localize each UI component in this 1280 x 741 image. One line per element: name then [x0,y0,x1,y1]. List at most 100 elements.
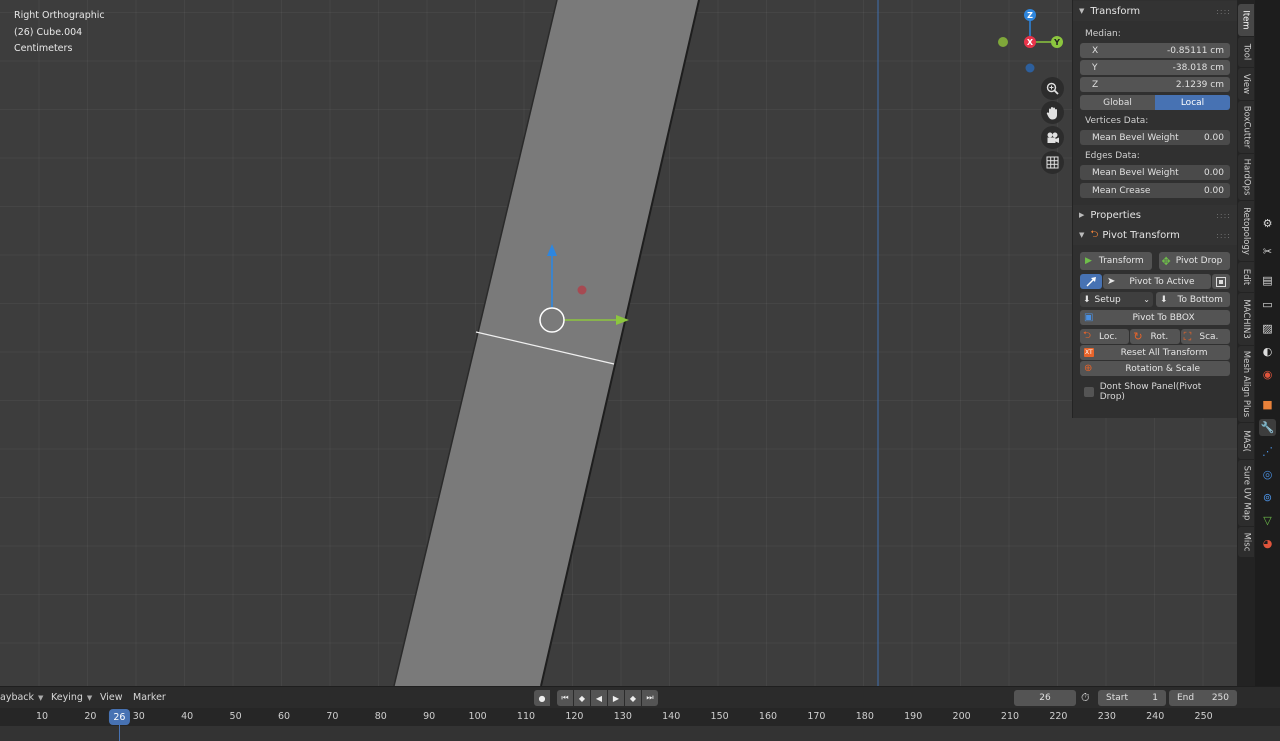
pivot-title: Pivot Transform [1102,229,1180,241]
object-label: (26) Cube.004 [14,26,83,38]
view-layer-icon[interactable]: ▨ [1259,320,1276,337]
playback-menu[interactable]: ayback ▼ [0,692,43,703]
tab-sure-uv-map[interactable]: Sure UV Map [1238,460,1254,526]
play-reverse-icon[interactable]: ◀ [591,690,607,706]
view-menu[interactable]: View [100,692,123,703]
mesh-face[interactable] [394,0,699,686]
properties-panel-header[interactable]: ▶ Properties :::: [1073,205,1237,225]
reset-location-button[interactable]: ⮌ Loc. [1080,329,1130,344]
tab-mas[interactable]: MAS( [1238,423,1254,459]
tab-boxcutter[interactable]: BoxCutter [1238,101,1254,153]
play-icon[interactable]: ▶ [608,690,624,706]
drag-grip-icon[interactable]: :::: [1216,211,1231,220]
sidebar-panel: ▼ Transform :::: Median: X -0.85111 cm Y… [1072,0,1237,418]
mean-crease-field[interactable]: Mean Crease 0.00 [1080,183,1230,198]
physics-icon[interactable]: ◎ [1259,466,1276,483]
hand-pan-icon[interactable] [1041,101,1064,124]
tab-mesh-align-plus[interactable]: Mesh Align Plus [1238,346,1254,422]
prev-keyframe-icon[interactable]: ◆ [574,690,590,706]
gizmo-x-point[interactable] [577,285,587,295]
output-icon[interactable]: ▤ [1259,272,1276,289]
grid-icon[interactable] [1041,151,1064,174]
arrow-diagonal-icon[interactable] [1080,274,1102,289]
dont-show-panel-option[interactable]: Dont Show Panel(Pivot Drop) [1084,382,1226,402]
gizmo-x-label: X [1027,38,1034,47]
median-z-field[interactable]: Z 2.1239 cm [1080,77,1230,92]
pivot-to-bbox-button[interactable]: ▣ Pivot To BBOX [1080,310,1230,325]
setup-dropdown[interactable]: ⬇ Setup ⌄ [1080,292,1153,307]
rotation-scale-button[interactable]: ⊕ Rotation & Scale [1080,361,1230,376]
drag-grip-icon[interactable]: :::: [1216,7,1231,16]
pivot-to-active-button[interactable]: ➤ Pivot To Active [1103,274,1211,289]
duplicate-icon[interactable] [1212,274,1230,289]
chevron-down-icon: ⌄ [1143,295,1150,304]
timeline-tick: 10 [35,711,49,722]
modifier-wrench-icon[interactable]: 🔧 [1259,419,1276,436]
end-frame-field[interactable]: End 250 [1169,690,1237,706]
render-icon[interactable]: ✂ [1259,243,1276,260]
mesh-data-icon[interactable]: ▽ [1259,512,1276,529]
vertex-bevel-weight-field[interactable]: Mean Bevel Weight 0.00 [1080,130,1230,145]
particles-icon[interactable]: ⋰ [1259,443,1276,460]
reset-rotation-button[interactable]: ↻ Rot. [1130,329,1180,344]
drag-grip-icon[interactable]: :::: [1216,231,1231,240]
download-icon: ⬇ [1083,294,1091,305]
current-frame-badge[interactable]: 26 [109,709,130,725]
transform-panel-header[interactable]: ▼ Transform :::: [1073,1,1237,21]
current-frame-field[interactable]: 26 [1014,690,1076,706]
pivot-panel-header[interactable]: ▼ ⮌ Pivot Transform :::: [1073,225,1237,245]
median-x-field[interactable]: X -0.85111 cm [1080,43,1230,58]
stopwatch-icon[interactable]: ⏱ [1081,691,1090,705]
expand-triangle-icon: ▶ [1079,211,1085,219]
material-icon[interactable]: ◕ [1259,535,1276,552]
tab-edit[interactable]: Edit [1238,262,1254,292]
tab-machin3[interactable]: MACHIN3 [1238,293,1254,345]
timeline-ruler[interactable]: 10 20 30 40 50 60 70 80 90 100 110 120 130 140 150 160 1… [0,708,1280,726]
jump-end-icon[interactable]: ⏭ [642,690,658,706]
object-icon[interactable]: ■ [1259,396,1276,413]
reset-all-icon: XT [1084,348,1094,357]
timeline-tick: 120 [565,711,584,722]
tab-view[interactable]: View [1238,68,1254,100]
timeline-tick: 200 [952,711,971,722]
next-keyframe-icon[interactable]: ◆ [625,690,641,706]
collapse-triangle-icon: ▼ [1079,231,1085,239]
tab-retopology[interactable]: Retopology [1238,201,1254,261]
median-y-field[interactable]: Y -38.018 cm [1080,60,1230,75]
keying-menu[interactable]: Keying ▼ [51,692,92,703]
scene-icon[interactable]: ◐ [1259,343,1276,360]
pivot-icon: ⮌ [1090,228,1099,240]
zoom-icon[interactable] [1041,77,1064,100]
tab-tool[interactable]: Tool [1238,37,1254,67]
world-icon[interactable]: ◉ [1259,366,1276,383]
start-frame-field[interactable]: Start 1 [1098,690,1166,706]
reset-scale-button[interactable]: ⛶ Sca. [1180,329,1230,344]
timeline-tick: 160 [758,711,778,722]
record-icon[interactable]: ● [534,690,550,706]
jump-start-icon[interactable]: ⏮ [557,690,573,706]
to-bottom-button[interactable]: ⬇ To Bottom [1156,292,1230,307]
dont-show-checkbox[interactable] [1084,387,1094,397]
orientation-gizmo[interactable]: Z Y X [990,6,1070,76]
edge-bevel-weight-field[interactable]: Mean Bevel Weight 0.00 [1080,165,1230,180]
global-toggle[interactable]: Global [1080,95,1155,110]
properties-title: Properties [1090,209,1141,221]
cursor-icon: ➤ [1107,276,1116,287]
timeline-tick: 240 [1146,711,1165,722]
timeline-tick: 130 [613,711,632,722]
reset-all-transform-button[interactable]: XT Reset All Transform [1080,345,1230,360]
unit-label: Centimeters [14,43,73,54]
properties-tabs: ⚙ ✂ ▤ ▭ ▨ ◐ ◉ ■ 🔧 ⋰ ◎ ⊚ ▽ ◕ [1255,0,1280,686]
constraints-icon[interactable]: ⊚ [1259,489,1276,506]
timeline-body[interactable] [0,726,1280,741]
pivot-drop-button[interactable]: ✥ Pivot Drop [1158,252,1230,270]
marker-menu[interactable]: Marker [133,692,166,703]
camera-icon[interactable] [1041,126,1064,149]
tab-misc[interactable]: Misc [1238,527,1254,557]
tab-item[interactable]: Item [1238,4,1254,36]
tool-settings-icon[interactable]: ⚙ [1259,215,1276,232]
pivot-transform-button[interactable]: ▶ Transform [1080,252,1152,270]
local-toggle[interactable]: Local [1155,95,1230,110]
tab-hardops[interactable]: HardOps [1238,154,1254,200]
print-icon[interactable]: ▭ [1259,296,1276,313]
